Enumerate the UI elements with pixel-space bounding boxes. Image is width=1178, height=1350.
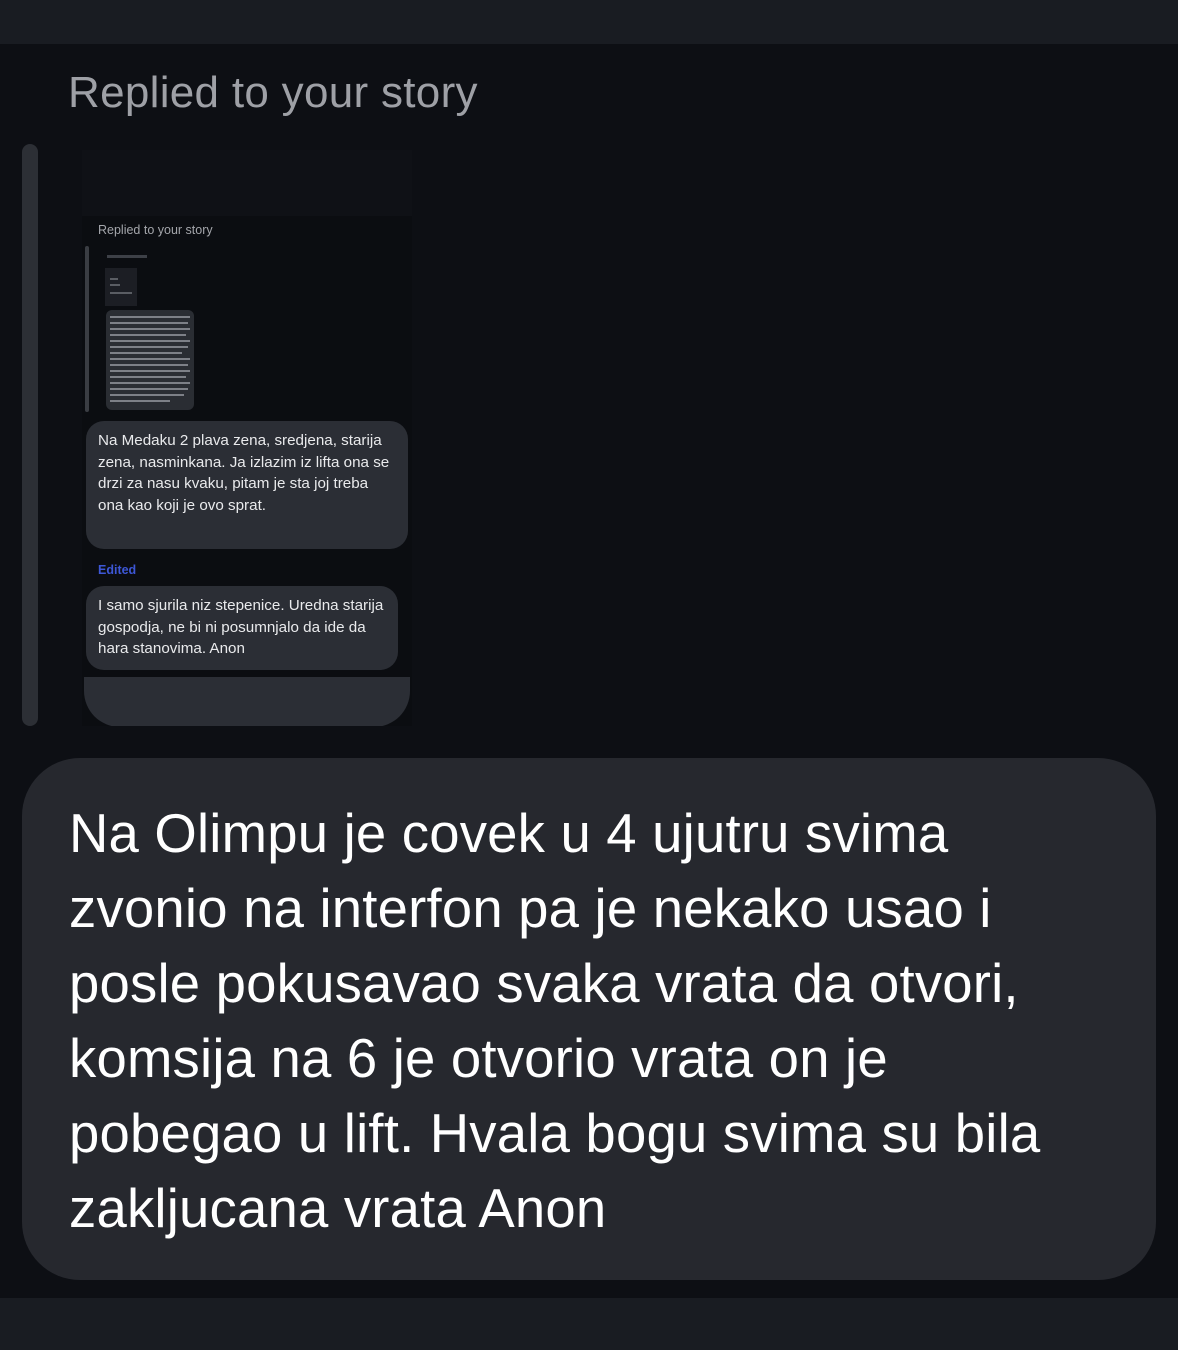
top-bar [0, 0, 1178, 44]
edited-label: Edited [98, 563, 137, 577]
preview-reply-label: Replied to your story [98, 223, 213, 237]
nested-message-bubble [106, 310, 194, 410]
preview-message-bubble: Na Medaku 2 plava zena, sredjena, starij… [86, 421, 408, 549]
preview-header [82, 150, 412, 216]
message-bubble[interactable]: Na Olimpu je covek u 4 ujutru svima zvon… [22, 758, 1156, 1280]
bottom-bar [0, 1298, 1178, 1350]
story-preview[interactable]: Replied to your story Na Medaku 2 plava … [82, 150, 412, 726]
nested-story-thumbnail [105, 268, 137, 306]
preview-quote-bar [85, 246, 89, 412]
reply-quote-bar [22, 144, 38, 726]
preview-message-bubble-2: I samo sjurila niz stepenice. Uredna sta… [86, 586, 398, 670]
nested-reply-label [107, 255, 147, 258]
preview-message-bubble-3 [84, 677, 410, 726]
message-text: Na Olimpu je covek u 4 ujutru svima zvon… [69, 803, 1041, 1239]
story-reply-label: Replied to your story [68, 68, 478, 117]
